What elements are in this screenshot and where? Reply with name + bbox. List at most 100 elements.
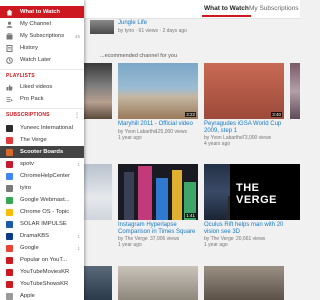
video-thumbnail[interactable] — [118, 266, 198, 300]
guide-item-liked-videos[interactable]: Liked videos — [0, 81, 84, 93]
channel-avatar — [6, 136, 13, 144]
video-views: 125,000 views — [155, 129, 187, 135]
channel-name: spotv — [20, 161, 34, 167]
home-icon — [6, 9, 13, 16]
video-thumbnail[interactable]: 3:40 — [204, 63, 284, 119]
guide-channel-item[interactable]: Yuneec International — [0, 122, 84, 134]
tab-my-subscriptions[interactable]: My Subscriptions — [249, 5, 299, 12]
guide-channel-item[interactable]: Google Webmast... — [0, 194, 84, 206]
city-skyline-image — [118, 164, 198, 220]
channel-name: The Verge — [20, 137, 47, 143]
guide-item-label: What to Watch — [20, 9, 61, 15]
channel-avatar — [6, 124, 13, 132]
guide-channel-item[interactable]: Chrome OS - Topic — [0, 206, 84, 218]
video-thumbnail[interactable] — [84, 63, 112, 119]
guide-channel-item[interactable]: DramaKBS 1 — [0, 230, 84, 242]
video-thumbnail[interactable]: 1:41 — [118, 164, 198, 220]
guide-channel-item[interactable]: SOLAR IMPULSE — [0, 218, 84, 230]
channel-avatar — [6, 232, 13, 240]
playlists-heading[interactable]: PLAYLISTS — [6, 73, 35, 79]
channel-avatar — [6, 220, 13, 228]
guide-item-label: My Subscriptions — [20, 33, 65, 39]
guide-item-what-to-watch[interactable]: What to Watch — [0, 6, 84, 18]
guide-channel-item[interactable]: Popular on YouT... — [0, 254, 84, 266]
divider — [0, 69, 84, 70]
video-thumbnail[interactable] — [90, 20, 114, 34]
channel-name: Google — [20, 245, 39, 251]
video-duration: 1:41 — [185, 213, 196, 218]
guide-item-label: Pro Pack — [20, 96, 44, 102]
video-title[interactable]: Peyragudes iGSA World Cup 2009, step 1 — [204, 121, 294, 135]
channel-avatar — [6, 292, 13, 300]
guide-item-label: My Channel — [20, 21, 51, 27]
section-heading: ...ecommended channel for you — [100, 53, 178, 59]
thumbs-up-icon — [6, 84, 13, 91]
subscription-count: 45 — [74, 33, 80, 39]
channel-name: Scooter Boards — [20, 149, 64, 155]
channel-avatar — [6, 160, 13, 168]
video-views: 73,000 views — [242, 135, 272, 141]
video-thumbnail[interactable]: 3:22 — [118, 63, 198, 119]
guide-channel-item[interactable]: YouTubeMoviesKR — [0, 266, 84, 278]
guide-item-my-subscriptions[interactable]: My Subscriptions 45 — [0, 30, 84, 42]
channel-avatar — [6, 280, 13, 288]
guide-item-label: Watch Later — [20, 57, 52, 63]
channel-name: tyiro — [20, 185, 31, 191]
video-views: 37,906 views — [150, 236, 180, 242]
guide-item-label: History — [20, 45, 39, 51]
video-thumbnail[interactable] — [84, 266, 112, 300]
guide-channel-item[interactable]: ChromeHelpCenter — [0, 170, 84, 182]
new-video-count: 1 — [77, 245, 80, 251]
video-age: 1 year ago — [118, 135, 142, 141]
video-thumbnail[interactable] — [84, 164, 112, 220]
new-video-count: 1 — [77, 233, 80, 239]
clock-icon — [6, 56, 13, 64]
playlist-icon — [6, 96, 13, 103]
guide-channel-item[interactable]: Scooter Boards — [0, 146, 84, 158]
divider — [0, 108, 84, 109]
history-icon — [6, 44, 13, 52]
channel-avatar — [6, 148, 13, 156]
guide-item-label: Liked videos — [20, 84, 53, 90]
guide-channel-item[interactable]: The Verge — [0, 134, 84, 146]
guide-channel-item[interactable]: Apple — [0, 290, 84, 300]
channel-name: Chrome OS - Topic — [20, 209, 70, 215]
video-duration: 3:40 — [271, 112, 282, 117]
guide-channel-item[interactable]: Google 1 — [0, 242, 84, 254]
channel-avatar — [6, 208, 13, 216]
channel-name: ChromeHelpCenter — [20, 173, 70, 179]
video-views: 20,661 views — [236, 236, 266, 242]
channel-name: YouTubeShowsKR — [20, 281, 69, 287]
channel-avatar — [6, 256, 13, 264]
guide-sidebar: What to Watch My Channel My Subscription… — [0, 0, 84, 300]
channel-name: Yuneec International — [20, 125, 73, 131]
channel-name: Google Webmast... — [20, 197, 70, 203]
guide-item-pro-pack[interactable]: Pro Pack — [0, 93, 84, 105]
video-thumbnail[interactable] — [204, 266, 284, 300]
channel-avatar — [6, 244, 13, 252]
video-meta: by tyiro · 61 views · 2 days ago — [118, 28, 187, 34]
subscriptions-heading[interactable]: SUBSCRIPTIONS — [6, 112, 50, 118]
user-icon — [6, 21, 13, 28]
tab-what-to-watch[interactable]: What to Watch — [202, 5, 251, 17]
channel-avatar — [6, 172, 13, 180]
channel-name: SOLAR IMPULSE — [20, 221, 67, 227]
guide-channel-item[interactable]: spotv 1 — [0, 158, 84, 170]
guide-channel-item[interactable]: tyiro — [0, 182, 84, 194]
more-vertical-icon[interactable]: ⋮ — [74, 112, 80, 119]
video-title[interactable]: Jungle Life — [118, 20, 147, 27]
video-title[interactable]: Maryhill 2011 - Official video — [118, 121, 202, 128]
guide-item-my-channel[interactable]: My Channel — [0, 18, 84, 30]
video-age: 1 year ago — [118, 242, 142, 248]
video-age: 1 year ago — [204, 242, 228, 248]
video-title[interactable]: Instagram Hyperlapse Comparison in Times… — [118, 222, 202, 236]
channel-avatar — [6, 196, 13, 204]
guide-item-watch-later[interactable]: Watch Later — [0, 54, 84, 66]
guide-channel-item[interactable]: YouTubeShowsKR — [0, 278, 84, 290]
video-thumbnail[interactable] — [290, 63, 300, 119]
video-thumbnail[interactable]: THE VERGE — [230, 164, 300, 220]
video-title[interactable]: Oculus Rift helps man with 20 vision see… — [204, 222, 294, 236]
video-age: 4 years ago — [204, 141, 231, 147]
channel-name: YouTubeMoviesKR — [20, 269, 70, 275]
guide-item-history[interactable]: History — [0, 42, 84, 54]
